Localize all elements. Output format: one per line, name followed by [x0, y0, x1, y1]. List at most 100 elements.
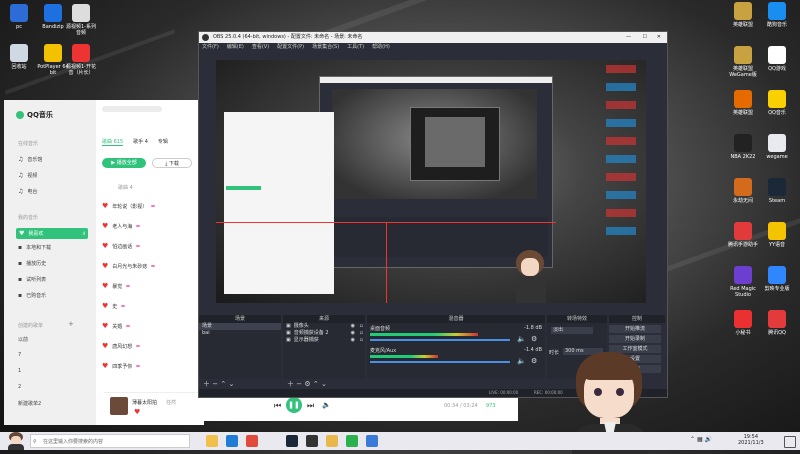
- folder-icon[interactable]: [326, 435, 338, 447]
- obs-icon[interactable]: [306, 435, 318, 447]
- taskbar-search-input[interactable]: ⚲ 在这里输入你要搜索的内容: [30, 434, 190, 448]
- close-button[interactable]: ✕: [657, 32, 661, 43]
- song-row[interactable]: ♥ 四季予你: [102, 362, 141, 370]
- tab[interactable]: 歌手 4: [133, 138, 148, 146]
- heart-icon[interactable]: ♥: [102, 262, 108, 270]
- song-row[interactable]: ♥ 暴觉: [102, 282, 131, 290]
- lock-icon[interactable]: ▫: [360, 337, 363, 344]
- clock[interactable]: 19:54 2021/11/3: [738, 434, 764, 446]
- heart-icon[interactable]: ♥: [102, 282, 108, 290]
- add-scene-button[interactable]: ＋: [203, 380, 210, 388]
- desktop-icon[interactable]: 源视频1-系列音频: [64, 4, 98, 36]
- scene-up-button[interactable]: ⌃: [220, 380, 226, 388]
- menu-item[interactable]: 配置文件(P): [277, 44, 304, 50]
- download-button[interactable]: ⤓ 下载: [152, 158, 192, 168]
- playlist-item[interactable]: 2: [18, 384, 21, 390]
- gear-icon[interactable]: ⚙: [304, 380, 310, 388]
- eye-icon[interactable]: ◉: [351, 330, 355, 337]
- menu-item[interactable]: 工具(T): [347, 44, 364, 50]
- desktop-icon[interactable]: 源视频1-开花音（片长）: [64, 44, 98, 76]
- sidebar-item[interactable]: ▪ 本地和下载: [18, 244, 51, 251]
- lock-icon[interactable]: ▫: [360, 323, 363, 330]
- desktop-icon[interactable]: 腾讯手游助手: [726, 222, 760, 248]
- control-button[interactable]: 开始推流: [609, 325, 661, 333]
- remove-source-button[interactable]: −: [296, 380, 302, 388]
- desktop-icon[interactable]: Red Magic Studio: [726, 266, 760, 298]
- playlist-item[interactable]: 以前: [18, 336, 28, 343]
- scene-item[interactable]: bai: [199, 330, 281, 337]
- network-icon[interactable]: ▦: [697, 436, 703, 443]
- gear-icon[interactable]: ⚙: [531, 335, 537, 343]
- album-art[interactable]: [110, 397, 128, 415]
- song-row[interactable]: ♥ 老人与海: [102, 222, 141, 230]
- desktop-icon[interactable]: NBA 2K22: [726, 134, 760, 160]
- minimize-button[interactable]: —: [626, 32, 631, 43]
- file-explorer-icon[interactable]: [206, 435, 218, 447]
- play-all-button[interactable]: ▶ 播放全部: [102, 158, 146, 168]
- sidebar-item[interactable]: ▪ 试听列表: [18, 276, 46, 283]
- heart-icon[interactable]: ♥: [102, 322, 108, 330]
- volume-icon[interactable]: 🔊: [705, 436, 712, 443]
- heart-icon[interactable]: ♥: [102, 362, 108, 370]
- song-row[interactable]: ♥ 白月光与朱砂痣: [102, 262, 156, 270]
- edge-icon[interactable]: [226, 435, 238, 447]
- menu-item[interactable]: 帮助(H): [372, 44, 390, 50]
- sidebar-item[interactable]: ▪ 播放历史: [18, 260, 46, 267]
- start-avatar[interactable]: [6, 432, 26, 450]
- sidebar-item[interactable]: ♫ 音乐馆: [18, 156, 42, 163]
- wechat-icon[interactable]: [346, 435, 358, 447]
- like-icon[interactable]: ♥: [134, 408, 140, 416]
- desktop-icon[interactable]: QQ游戏: [760, 46, 794, 72]
- heart-icon[interactable]: ♥: [102, 222, 108, 230]
- sidebar-item[interactable]: ▪ 已购音乐: [18, 292, 46, 299]
- tab[interactable]: 歌曲 615: [102, 138, 124, 146]
- volume-slider[interactable]: [370, 361, 510, 363]
- desktop-icon[interactable]: QQ音乐: [760, 90, 794, 116]
- add-playlist-button[interactable]: +: [68, 320, 74, 328]
- desktop-icon[interactable]: 永劫无间: [726, 178, 760, 204]
- menu-item[interactable]: 场景集合(S): [312, 44, 339, 50]
- next-button[interactable]: ⏭: [307, 401, 314, 411]
- desktop-icon[interactable]: wegame: [760, 134, 794, 160]
- maximize-button[interactable]: ☐: [643, 32, 647, 43]
- song-row[interactable]: ♥ 史: [102, 302, 126, 310]
- menu-item[interactable]: 文件(F): [202, 44, 219, 50]
- tab[interactable]: 专辑: [158, 138, 168, 146]
- source-down-button[interactable]: ⌄: [321, 380, 327, 388]
- obs-preview[interactable]: [216, 60, 646, 303]
- desktop-icon[interactable]: 英雄联盟: [726, 2, 760, 28]
- lock-icon[interactable]: ▫: [360, 330, 363, 337]
- source-item[interactable]: ▣ 音频捕获设备 2 ◉ ▫: [283, 330, 365, 337]
- source-item[interactable]: ▣ 显示器捕获 ◉ ▫: [283, 337, 365, 344]
- song-row[interactable]: ♥ 唐风幻想: [102, 342, 141, 350]
- desktop-icon[interactable]: YY语音: [760, 222, 794, 248]
- scene-down-button[interactable]: ⌄: [228, 380, 234, 388]
- eye-icon[interactable]: ◉: [351, 337, 355, 344]
- steam-icon[interactable]: [286, 435, 298, 447]
- song-row[interactable]: ♥ 年轮说（影视）: [102, 202, 156, 210]
- search-box[interactable]: [102, 106, 162, 112]
- gear-icon[interactable]: ⚙: [531, 357, 537, 365]
- sidebar-item[interactable]: ♫ 视频: [18, 172, 37, 179]
- source-up-button[interactable]: ⌃: [313, 380, 319, 388]
- speaker-icon[interactable]: 🔈: [517, 357, 526, 365]
- sidebar-item[interactable]: ♫ 电台: [18, 188, 37, 195]
- menu-item[interactable]: 编辑(E): [227, 44, 244, 50]
- scene-item[interactable]: 场景: [199, 323, 281, 330]
- heart-icon[interactable]: ♥: [102, 302, 108, 310]
- sidebar-item[interactable]: ♥ 我喜欢 4: [16, 228, 88, 239]
- remove-scene-button[interactable]: −: [212, 380, 218, 388]
- heart-icon[interactable]: ♥: [102, 242, 108, 250]
- speaker-icon[interactable]: 🔈: [517, 335, 526, 343]
- notification-button[interactable]: [784, 436, 796, 448]
- desktop-icon[interactable]: 腾讯QQ: [760, 310, 794, 336]
- play-pause-button[interactable]: ❚❚: [286, 397, 302, 413]
- chrome-icon[interactable]: [246, 435, 258, 447]
- add-source-button[interactable]: ＋: [287, 380, 294, 388]
- song-row[interactable]: ♥ 关婚: [102, 322, 131, 330]
- playlist-item[interactable]: 新建歌单2: [18, 400, 41, 407]
- wegame-icon[interactable]: [266, 435, 278, 447]
- source-item[interactable]: ▣ 摄像头 ◉ ▫: [283, 323, 365, 330]
- menu-item[interactable]: 查看(V): [252, 44, 269, 50]
- playlist-item[interactable]: 1: [18, 368, 21, 374]
